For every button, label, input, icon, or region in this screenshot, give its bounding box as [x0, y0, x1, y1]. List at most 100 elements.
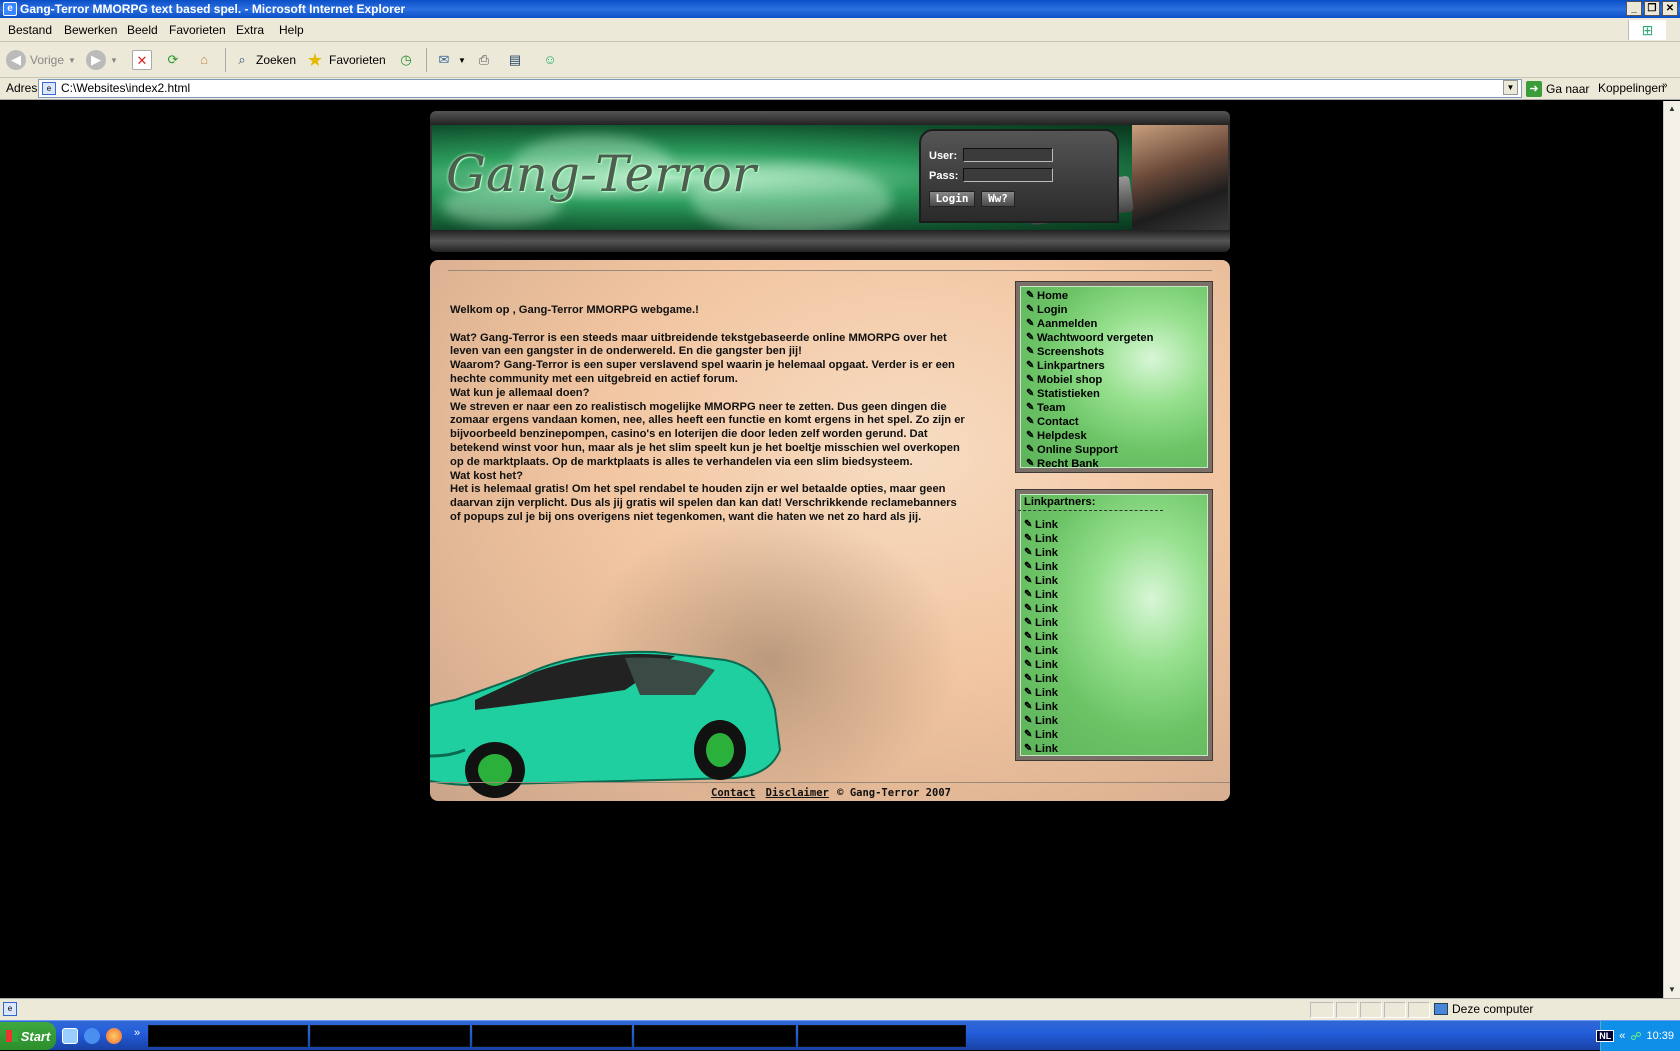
site-logo: Gang-Terror — [446, 145, 756, 203]
link-partner-item[interactable]: ✎ Link — [1024, 532, 1208, 546]
links-button[interactable]: Koppelingen — [1598, 81, 1665, 95]
home-button[interactable]: ⌂ — [194, 48, 214, 72]
address-dropdown-icon[interactable]: ▼ — [1503, 80, 1518, 95]
link-partner-item[interactable]: ✎ Link — [1024, 602, 1208, 616]
link-label: Link — [1035, 729, 1058, 741]
site-footer: Contact Disclaimer © Gang-Terror 2007 — [430, 787, 1230, 801]
history-button[interactable]: ◷ — [396, 48, 416, 72]
back-button[interactable]: ◀ Vorige ▼ — [6, 48, 76, 72]
pen-icon: ✎ — [1024, 575, 1033, 586]
link-partner-item[interactable]: ✎ Link — [1024, 546, 1208, 560]
taskbar-window-button[interactable] — [798, 1025, 966, 1047]
vertical-scrollbar[interactable]: ▲ ▼ — [1663, 101, 1680, 998]
forgot-password-button[interactable]: Ww? — [981, 191, 1015, 207]
network-icon[interactable]: ☍ — [1630, 1030, 1641, 1043]
links-chevron-icon[interactable]: » — [1662, 80, 1668, 91]
menu-favorieten[interactable]: Favorieten — [169, 23, 226, 37]
nav-item-aanmelden[interactable]: ✎ Aanmelden — [1026, 317, 1208, 331]
menu-beeld[interactable]: Beeld — [127, 23, 158, 37]
intro-paragraph: Waarom? Gang-Terror is een super verslav… — [450, 359, 955, 385]
refresh-button[interactable]: ⟳ — [163, 48, 183, 72]
status-cell — [1408, 1002, 1430, 1018]
minimize-button[interactable]: _ — [1626, 1, 1642, 16]
stop-button[interactable]: ✕ — [132, 48, 152, 72]
nav-item-mobiel-shop[interactable]: ✎ Mobiel shop — [1026, 373, 1208, 387]
tray-chevron-icon[interactable]: « — [1619, 1030, 1625, 1042]
windows-logo-icon: ⊞ — [1628, 20, 1666, 40]
nav-item-screenshots[interactable]: ✎ Screenshots — [1026, 345, 1208, 359]
menu-help[interactable]: Help — [279, 23, 304, 37]
nav-item-recht-bank[interactable]: ✎ Recht Bank — [1026, 457, 1208, 471]
scroll-down-icon[interactable]: ▼ — [1665, 983, 1679, 997]
status-cell — [1336, 1002, 1358, 1018]
go-button[interactable]: ➜ Ga naar — [1526, 80, 1589, 98]
login-button[interactable]: Login — [929, 191, 975, 207]
print-button[interactable]: ⎙ — [474, 48, 494, 72]
taskbar-window-button[interactable] — [148, 1025, 308, 1047]
nav-label: Helpdesk — [1037, 430, 1087, 442]
link-partner-item[interactable]: ✎ Link — [1024, 518, 1208, 532]
start-button[interactable]: Start — [0, 1022, 56, 1050]
link-partner-item[interactable]: ✎ Link — [1024, 630, 1208, 644]
mail-button[interactable]: ✉ ▼ — [434, 48, 466, 72]
link-partner-item[interactable]: ✎ Link — [1024, 714, 1208, 728]
nav-item-online-support[interactable]: ✎ Online Support — [1026, 443, 1208, 457]
nav-label: Statistieken — [1037, 388, 1100, 400]
menu-bestand[interactable]: Bestand — [8, 23, 52, 37]
link-partner-item[interactable]: ✎ Link — [1024, 672, 1208, 686]
taskbar-window-button[interactable] — [472, 1025, 632, 1047]
link-partner-item[interactable]: ✎ Link — [1024, 588, 1208, 602]
ie-quicklaunch-icon[interactable] — [84, 1028, 100, 1044]
language-indicator[interactable]: NL — [1596, 1030, 1615, 1042]
back-arrow-icon: ◀ — [6, 50, 26, 70]
menu-bewerken[interactable]: Bewerken — [64, 23, 117, 37]
restore-button[interactable]: ❐ — [1644, 1, 1660, 16]
link-label: Link — [1035, 715, 1058, 727]
messenger-button[interactable]: ☺ — [540, 48, 560, 72]
address-input[interactable]: e C:\Websites\index2.html — [38, 79, 1522, 98]
link-partner-item[interactable]: ✎ Link — [1024, 574, 1208, 588]
pen-icon: ✎ — [1024, 687, 1033, 698]
firefox-quicklaunch-icon[interactable] — [106, 1028, 122, 1044]
nav-item-home[interactable]: ✎ Home — [1026, 289, 1208, 303]
nav-item-linkpartners[interactable]: ✎ Linkpartners — [1026, 359, 1208, 373]
nav-item-team[interactable]: ✎ Team — [1026, 401, 1208, 415]
nav-item-login[interactable]: ✎ Login — [1026, 303, 1208, 317]
pen-icon: ✎ — [1026, 332, 1035, 343]
nav-item-wachtwoord-vergeten[interactable]: ✎ Wachtwoord vergeten — [1026, 331, 1208, 345]
forward-button[interactable]: ▶ ▼ — [86, 48, 118, 72]
taskbar-window-button[interactable] — [634, 1025, 796, 1047]
link-partner-item[interactable]: ✎ Link — [1024, 700, 1208, 714]
nav-item-helpdesk[interactable]: ✎ Helpdesk — [1026, 429, 1208, 443]
search-button[interactable]: ⌕ Zoeken — [232, 48, 296, 72]
link-partner-item[interactable]: ✎ Link — [1024, 616, 1208, 630]
link-label: Link — [1035, 603, 1058, 615]
address-label: Adres — [6, 81, 38, 95]
link-partner-item[interactable]: ✎ Link — [1024, 742, 1208, 756]
show-desktop-icon[interactable] — [62, 1028, 78, 1044]
nav-item-contact[interactable]: ✎ Contact — [1026, 415, 1208, 429]
username-input[interactable] — [963, 148, 1053, 162]
quicklaunch-chevron-icon[interactable]: » — [134, 1027, 140, 1039]
link-label: Link — [1035, 589, 1058, 601]
edit-button[interactable]: ▤ — [505, 48, 525, 72]
status-cell — [1310, 1002, 1334, 1018]
link-partner-item[interactable]: ✎ Link — [1024, 728, 1208, 742]
menu-extra[interactable]: Extra — [236, 23, 264, 37]
favorites-button[interactable]: ★ Favorieten — [305, 48, 386, 72]
computer-icon — [1434, 1003, 1448, 1015]
link-partner-item[interactable]: ✎ Link — [1024, 644, 1208, 658]
scroll-up-icon[interactable]: ▲ — [1665, 102, 1679, 116]
nav-label: Wachtwoord vergeten — [1037, 332, 1154, 344]
footer-contact-link[interactable]: Contact — [711, 787, 755, 799]
footer-disclaimer-link[interactable]: Disclaimer — [766, 787, 829, 799]
password-input[interactable] — [963, 168, 1053, 182]
taskbar-window-button[interactable] — [310, 1025, 470, 1047]
pen-icon: ✎ — [1026, 346, 1035, 357]
link-label: Link — [1035, 659, 1058, 671]
close-button[interactable]: ✕ — [1662, 1, 1678, 16]
nav-item-statistieken[interactable]: ✎ Statistieken — [1026, 387, 1208, 401]
link-partner-item[interactable]: ✎ Link — [1024, 686, 1208, 700]
link-partner-item[interactable]: ✎ Link — [1024, 560, 1208, 574]
link-partner-item[interactable]: ✎ Link — [1024, 658, 1208, 672]
